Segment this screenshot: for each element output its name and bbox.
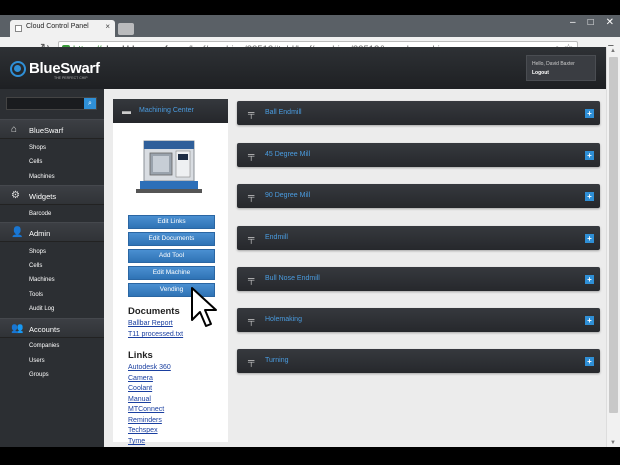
sidebar-item-machines[interactable]: Machines <box>29 174 55 180</box>
document-link[interactable]: Ballbar Report <box>128 320 173 327</box>
user-greeting: Hello, David Baxter <box>532 61 575 67</box>
sidebar-item-barcode[interactable]: Barcode <box>29 211 51 217</box>
user-box: Hello, David Baxter Logout <box>526 55 596 81</box>
machine-icon: ▬ <box>122 106 131 116</box>
machine-panel-title: Machining Center <box>139 107 194 114</box>
edit-links-button[interactable]: Edit Links <box>128 215 215 229</box>
sidebar-item-companies[interactable]: Companies <box>29 343 59 349</box>
logout-link[interactable]: Logout <box>532 69 595 78</box>
expand-icon[interactable]: + <box>585 234 594 243</box>
blueswarf-logo[interactable]: BlueSwarf THE PERFECT CHIP <box>10 60 100 85</box>
links-heading: Links <box>128 350 153 361</box>
tab-close-icon[interactable]: × <box>105 22 110 31</box>
sidebar-item-admin-shops[interactable]: Shops <box>29 249 46 255</box>
expand-icon[interactable]: + <box>585 357 594 366</box>
tool-icon: ╤ <box>248 191 255 201</box>
tool-icon: ╤ <box>248 108 255 118</box>
browser-tab[interactable]: Cloud Control Panel × <box>10 20 115 37</box>
expand-icon[interactable]: + <box>585 109 594 118</box>
link-tyme[interactable]: Tyme <box>128 438 145 445</box>
new-tab-button[interactable] <box>118 23 134 35</box>
expand-icon[interactable]: + <box>585 275 594 284</box>
app-header: BlueSwarf THE PERFECT CHIP Hello, David … <box>0 47 606 89</box>
tool-panel-45-degree-mill[interactable]: ╤ 45 Degree Mill + <box>237 143 600 167</box>
machine-panel: ▬ Machining Center Edit Links Edit Docum… <box>113 99 228 445</box>
scroll-down-icon[interactable]: ▼ <box>610 440 616 446</box>
add-tool-button[interactable]: Add Tool <box>128 249 215 263</box>
tool-icon: ╤ <box>248 356 255 366</box>
logo-icon <box>10 61 26 77</box>
sidebar-item-cells[interactable]: Cells <box>29 159 42 165</box>
sidebar-item-admin-machines[interactable]: Machines <box>29 277 55 283</box>
sidebar-item-admin-cells[interactable]: Cells <box>29 263 42 269</box>
page-scrollbar[interactable]: ▲ ▼ <box>606 47 620 447</box>
gear-icon: ⚙ <box>11 190 20 201</box>
expand-icon[interactable]: + <box>585 192 594 201</box>
tool-panel-endmill[interactable]: ╤ Endmill + <box>237 226 600 250</box>
link-techspex[interactable]: Techspex <box>128 427 158 434</box>
tab-strip: Cloud Control Panel × – □ ✕ <box>0 15 620 37</box>
user-icon: 👤 <box>11 227 24 238</box>
tool-icon: ╤ <box>248 150 255 160</box>
minimize-icon[interactable]: – <box>570 17 576 28</box>
link-autodesk[interactable]: Autodesk 360 <box>128 364 171 371</box>
link-mtconnect[interactable]: MTConnect <box>128 406 164 413</box>
link-camera[interactable]: Camera <box>128 375 153 382</box>
close-window-icon[interactable]: ✕ <box>606 17 614 28</box>
main-content: ▬ Machining Center Edit Links Edit Docum… <box>104 89 606 447</box>
sidebar-section-blueswarf[interactable]: ⌂ BlueSwarf <box>0 119 104 139</box>
machine-panel-header[interactable]: ▬ Machining Center <box>113 99 228 123</box>
edit-machine-button[interactable]: Edit Machine <box>128 266 215 280</box>
tab-title: Cloud Control Panel <box>26 23 89 30</box>
machine-image <box>136 135 204 197</box>
sidebar-item-groups[interactable]: Groups <box>29 372 49 378</box>
sidebar-section-admin[interactable]: 👤 Admin <box>0 222 104 242</box>
window-controls: – □ ✕ <box>570 17 614 28</box>
home-icon: ⌂ <box>11 124 18 135</box>
tool-panel-ball-endmill[interactable]: ╤ Ball Endmill + <box>237 101 600 125</box>
tool-panel-turning[interactable]: ╤ Turning + <box>237 349 600 373</box>
tool-icon: ╤ <box>248 274 255 284</box>
documents-heading: Documents <box>128 306 180 317</box>
sidebar-section-accounts[interactable]: 👥 Accounts <box>0 318 104 338</box>
tool-icon: ╤ <box>248 315 255 325</box>
users-icon: 👥 <box>11 323 24 334</box>
search-icon[interactable]: ⌕ <box>84 98 96 109</box>
sidebar: ⌕ ⌂ BlueSwarf Shops Cells Machines ⚙ Wid… <box>0 89 104 447</box>
scroll-up-icon[interactable]: ▲ <box>610 48 616 54</box>
link-reminders[interactable]: Reminders <box>128 417 162 424</box>
tool-icon: ╤ <box>248 233 255 243</box>
mouse-cursor-icon <box>191 287 217 327</box>
document-link[interactable]: T11 processed.txt <box>128 331 183 338</box>
expand-icon[interactable]: + <box>585 151 594 160</box>
tool-panel-90-degree-mill[interactable]: ╤ 90 Degree Mill + <box>237 184 600 208</box>
scrollbar-thumb[interactable] <box>609 57 618 413</box>
tool-panel-holemaking[interactable]: ╤ Holemaking + <box>237 308 600 332</box>
expand-icon[interactable]: + <box>585 316 594 325</box>
maximize-icon[interactable]: □ <box>588 17 594 28</box>
browser-window: Cloud Control Panel × – □ ✕ ← → ↻ https:… <box>0 15 620 447</box>
sidebar-item-tools[interactable]: Tools <box>29 292 43 298</box>
sidebar-item-audit-log[interactable]: Audit Log <box>29 306 54 312</box>
link-coolant[interactable]: Coolant <box>128 385 152 392</box>
favicon-icon <box>15 25 22 32</box>
sidebar-item-users[interactable]: Users <box>29 358 45 364</box>
tool-panel-bull-nose-endmill[interactable]: ╤ Bull Nose Endmill + <box>237 267 600 291</box>
sidebar-section-widgets[interactable]: ⚙ Widgets <box>0 185 104 205</box>
link-manual[interactable]: Manual <box>128 396 151 403</box>
edit-documents-button[interactable]: Edit Documents <box>128 232 215 246</box>
sidebar-search-input[interactable]: ⌕ <box>6 97 97 110</box>
sidebar-item-shops[interactable]: Shops <box>29 145 46 151</box>
